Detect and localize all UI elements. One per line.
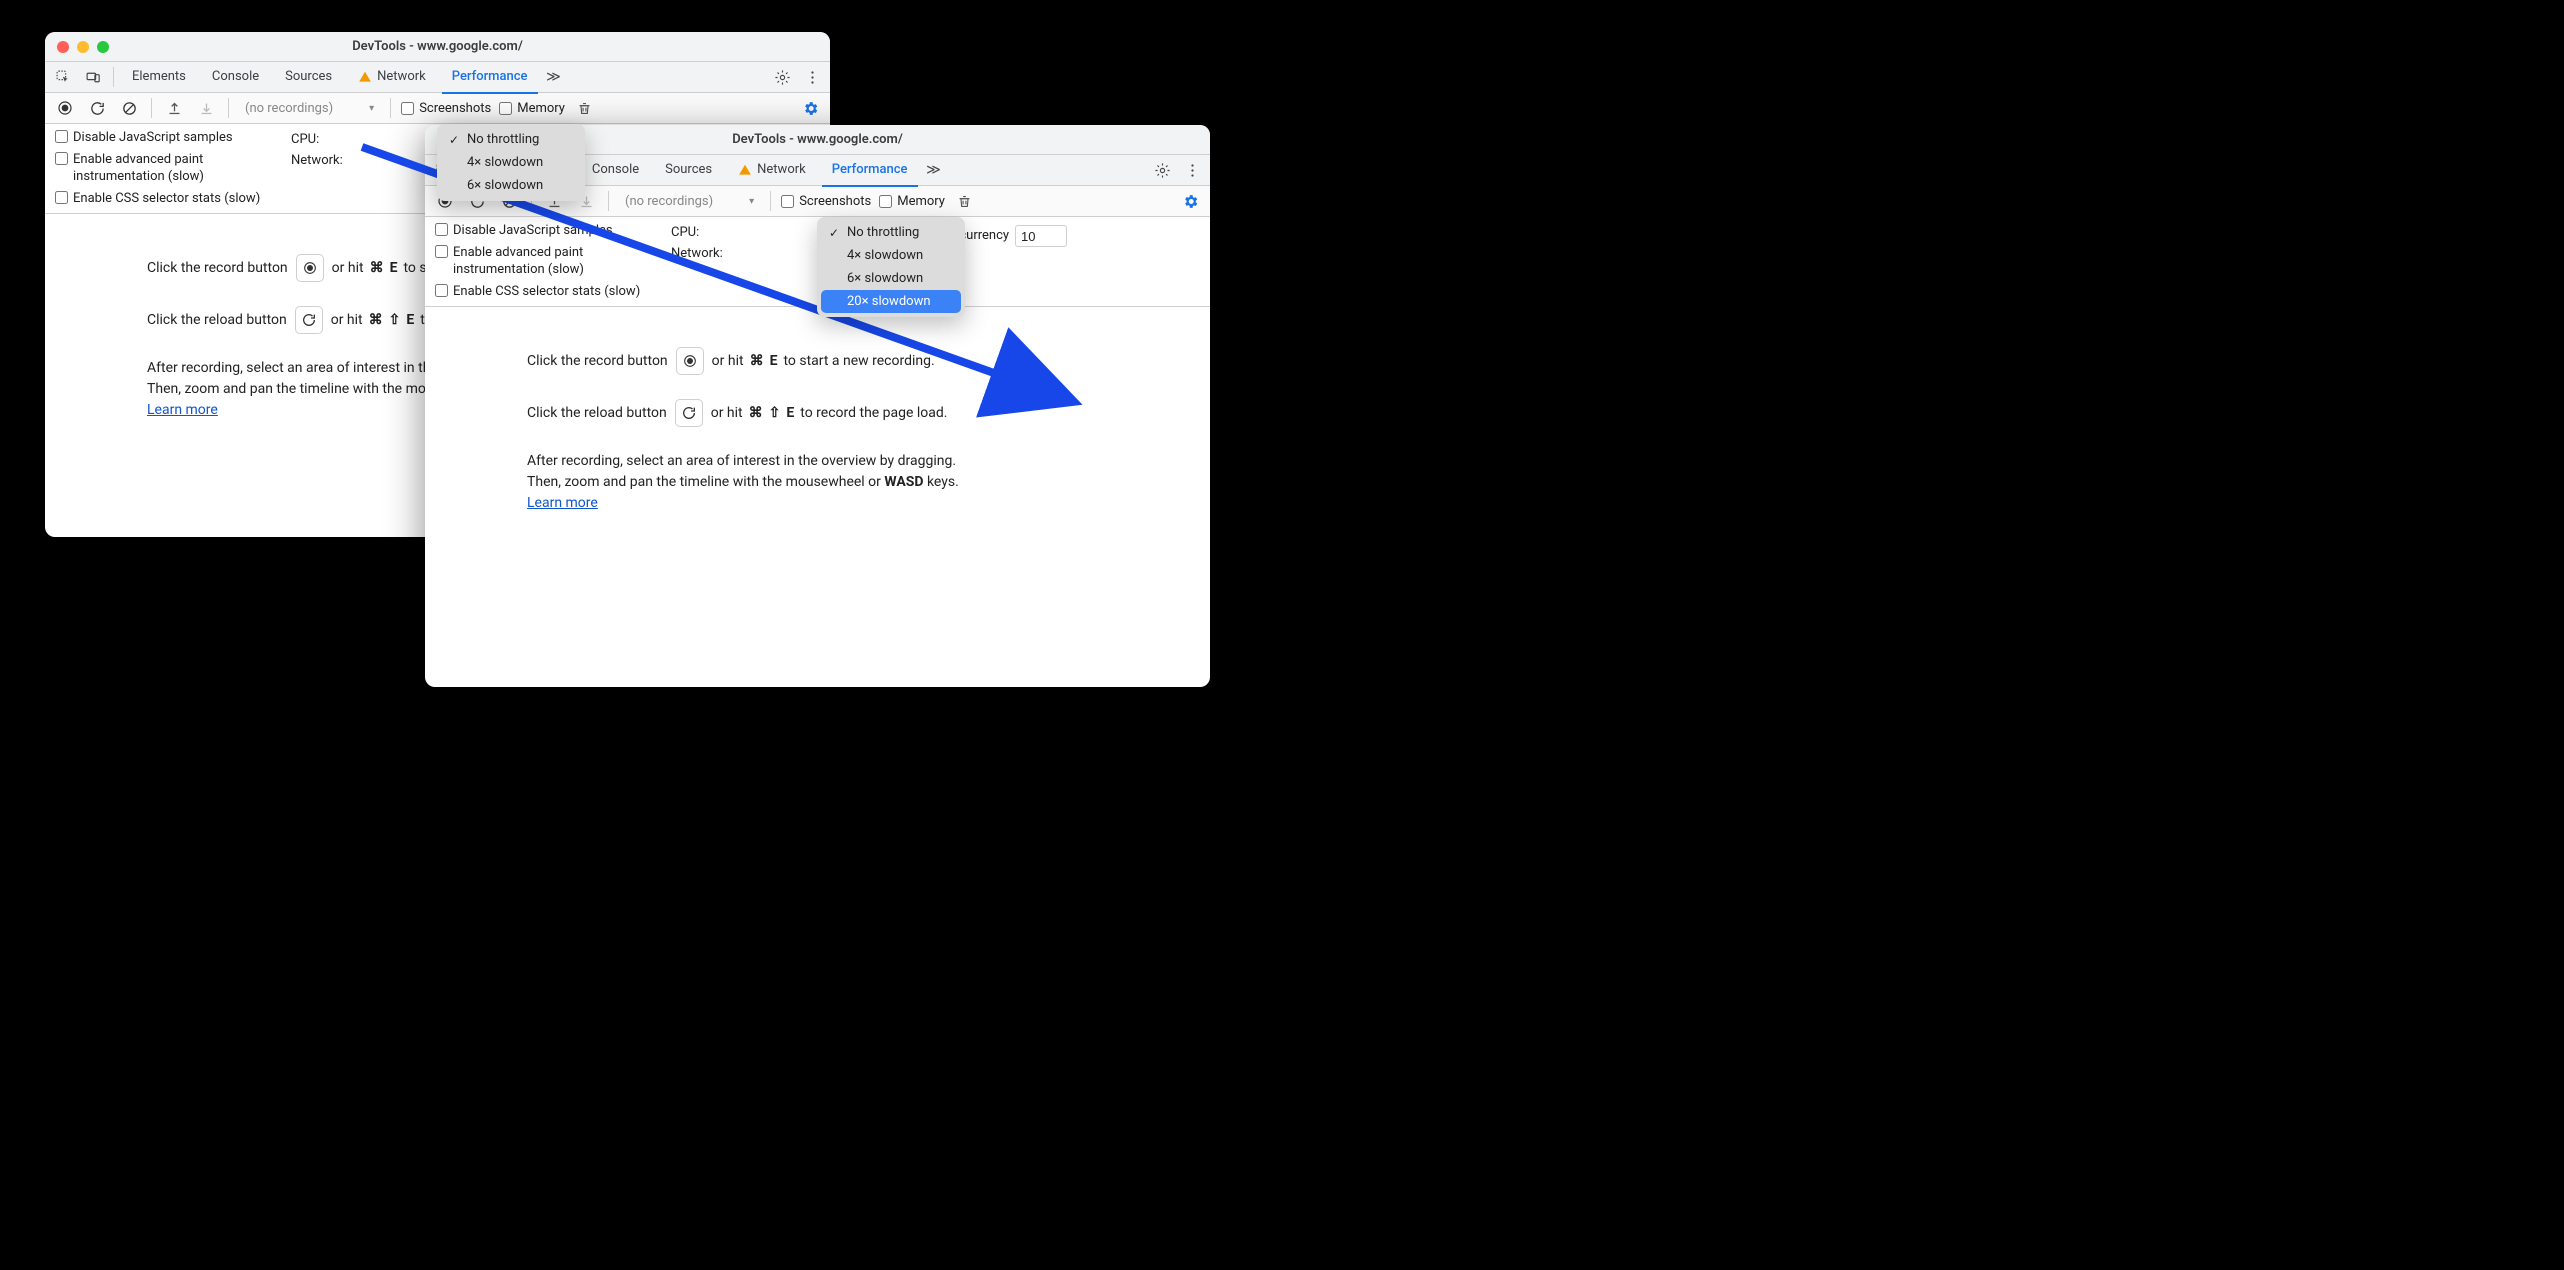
record-button-inline[interactable] <box>676 347 704 375</box>
clear-button[interactable] <box>117 96 141 120</box>
traffic-lights <box>57 41 109 53</box>
upload-profile-icon[interactable] <box>162 96 186 120</box>
tab-performance[interactable]: Performance <box>442 62 538 94</box>
screenshots-checkbox[interactable]: Screenshots <box>781 194 871 209</box>
cpu-menu-no-throttling[interactable]: ✓No throttling <box>821 221 961 244</box>
network-label: Network: <box>671 246 723 261</box>
cpu-menu-20x[interactable]: 20× slowdown <box>821 290 961 313</box>
divider <box>390 98 391 118</box>
tab-performance[interactable]: Performance <box>822 155 918 187</box>
cpu-throttle-menu[interactable]: ✓No throttling 4× slowdown 6× slowdown 2… <box>817 217 965 317</box>
tab-console[interactable]: Console <box>582 155 649 185</box>
capture-settings-toggle[interactable] <box>798 96 822 120</box>
tab-network[interactable]: Network <box>728 155 816 185</box>
cpu-menu-4x[interactable]: 4× slowdown <box>821 244 961 267</box>
tab-network-label: Network <box>757 155 806 185</box>
capture-settings-panel: Disable JavaScript samples Enable advanc… <box>425 217 1210 307</box>
record-hint: Click the record button or hit ⌘E to sta… <box>527 347 1180 375</box>
performance-landing: Click the record button or hit ⌘E to sta… <box>425 307 1210 544</box>
collect-garbage-icon[interactable] <box>573 96 597 120</box>
cpu-menu-6x[interactable]: 6× slowdown <box>821 267 961 290</box>
screenshots-checkbox[interactable]: Screenshots <box>401 101 491 116</box>
divider <box>151 98 152 118</box>
cpu-label: CPU: <box>671 225 699 240</box>
cpu-menu-6x[interactable]: 6× slowdown <box>441 174 581 197</box>
performance-toolbar: (no recordings) ▾ Screenshots Memory <box>45 93 830 124</box>
cpu-menu-no-throttling[interactable]: ✓No throttling <box>441 128 581 151</box>
record-button-inline[interactable] <box>296 254 324 282</box>
cpu-throttle-menu[interactable]: ✓No throttling 4× slowdown 6× slowdown <box>437 124 585 201</box>
device-mode-icon[interactable] <box>81 65 105 89</box>
settings-icon[interactable] <box>770 65 794 89</box>
inspect-icon[interactable] <box>51 65 75 89</box>
recordings-placeholder: (no recordings) <box>245 101 333 116</box>
warning-icon <box>738 163 752 177</box>
disable-js-samples-checkbox[interactable]: Disable JavaScript samples <box>435 223 653 239</box>
reload-button-inline[interactable] <box>295 306 323 334</box>
learn-more-link[interactable]: Learn more <box>147 402 218 418</box>
memory-checkbox[interactable]: Memory <box>879 194 945 209</box>
reload-button[interactable] <box>85 96 109 120</box>
hardware-concurrency-input[interactable] <box>1015 225 1067 247</box>
titlebar[interactable]: DevTools - www.google.com/ <box>45 32 830 62</box>
tab-network-label: Network <box>377 62 426 92</box>
download-profile-icon[interactable] <box>194 96 218 120</box>
divider <box>608 191 609 211</box>
tab-elements[interactable]: Elements <box>122 62 196 92</box>
capture-settings-toggle[interactable] <box>1178 189 1202 213</box>
collect-garbage-icon[interactable] <box>953 189 977 213</box>
more-tabs-icon[interactable]: ≫ <box>544 65 564 89</box>
recordings-dropdown[interactable]: (no recordings) ▾ <box>239 101 380 116</box>
window-title: DevTools - www.google.com/ <box>45 39 830 54</box>
chevron-down-icon: ▾ <box>749 196 754 207</box>
reload-button-inline[interactable] <box>675 399 703 427</box>
cpu-menu-4x[interactable]: 4× slowdown <box>441 151 581 174</box>
network-label: Network: <box>291 153 343 168</box>
minimize-icon[interactable] <box>77 41 89 53</box>
record-button[interactable] <box>53 96 77 120</box>
close-icon[interactable] <box>57 41 69 53</box>
advanced-paint-checkbox[interactable]: Enable advanced paint instrumentation (s… <box>55 152 273 185</box>
settings-icon[interactable] <box>1150 158 1174 182</box>
chevron-down-icon: ▾ <box>369 103 374 114</box>
css-selector-stats-checkbox[interactable]: Enable CSS selector stats (slow) <box>435 284 653 300</box>
memory-checkbox[interactable]: Memory <box>499 101 565 116</box>
tabs-row: Elements Console Sources Network Perform… <box>45 62 830 93</box>
divider <box>113 67 114 87</box>
tab-sources[interactable]: Sources <box>275 62 342 92</box>
devtools-window-after: DevTools - www.google.com/ Elements Cons… <box>425 125 1210 687</box>
tab-sources[interactable]: Sources <box>655 155 722 185</box>
kebab-menu-icon[interactable] <box>800 65 824 89</box>
reload-hint: Click the reload button or hit ⌘⇧E to re… <box>527 399 1180 427</box>
recordings-dropdown[interactable]: (no recordings) ▾ <box>619 194 760 209</box>
after-recording-hint: After recording, select an area of inter… <box>527 451 1180 514</box>
more-tabs-icon[interactable]: ≫ <box>924 158 944 182</box>
learn-more-link[interactable]: Learn more <box>527 495 598 511</box>
divider <box>770 191 771 211</box>
kebab-menu-icon[interactable] <box>1180 158 1204 182</box>
disable-js-samples-checkbox[interactable]: Disable JavaScript samples <box>55 130 273 146</box>
cpu-label: CPU: <box>291 132 319 147</box>
divider <box>228 98 229 118</box>
zoom-icon[interactable] <box>97 41 109 53</box>
tab-network[interactable]: Network <box>348 62 436 92</box>
tab-console[interactable]: Console <box>202 62 269 92</box>
warning-icon <box>358 70 372 84</box>
recordings-placeholder: (no recordings) <box>625 194 713 209</box>
css-selector-stats-checkbox[interactable]: Enable CSS selector stats (slow) <box>55 191 273 207</box>
advanced-paint-checkbox[interactable]: Enable advanced paint instrumentation (s… <box>435 245 653 278</box>
